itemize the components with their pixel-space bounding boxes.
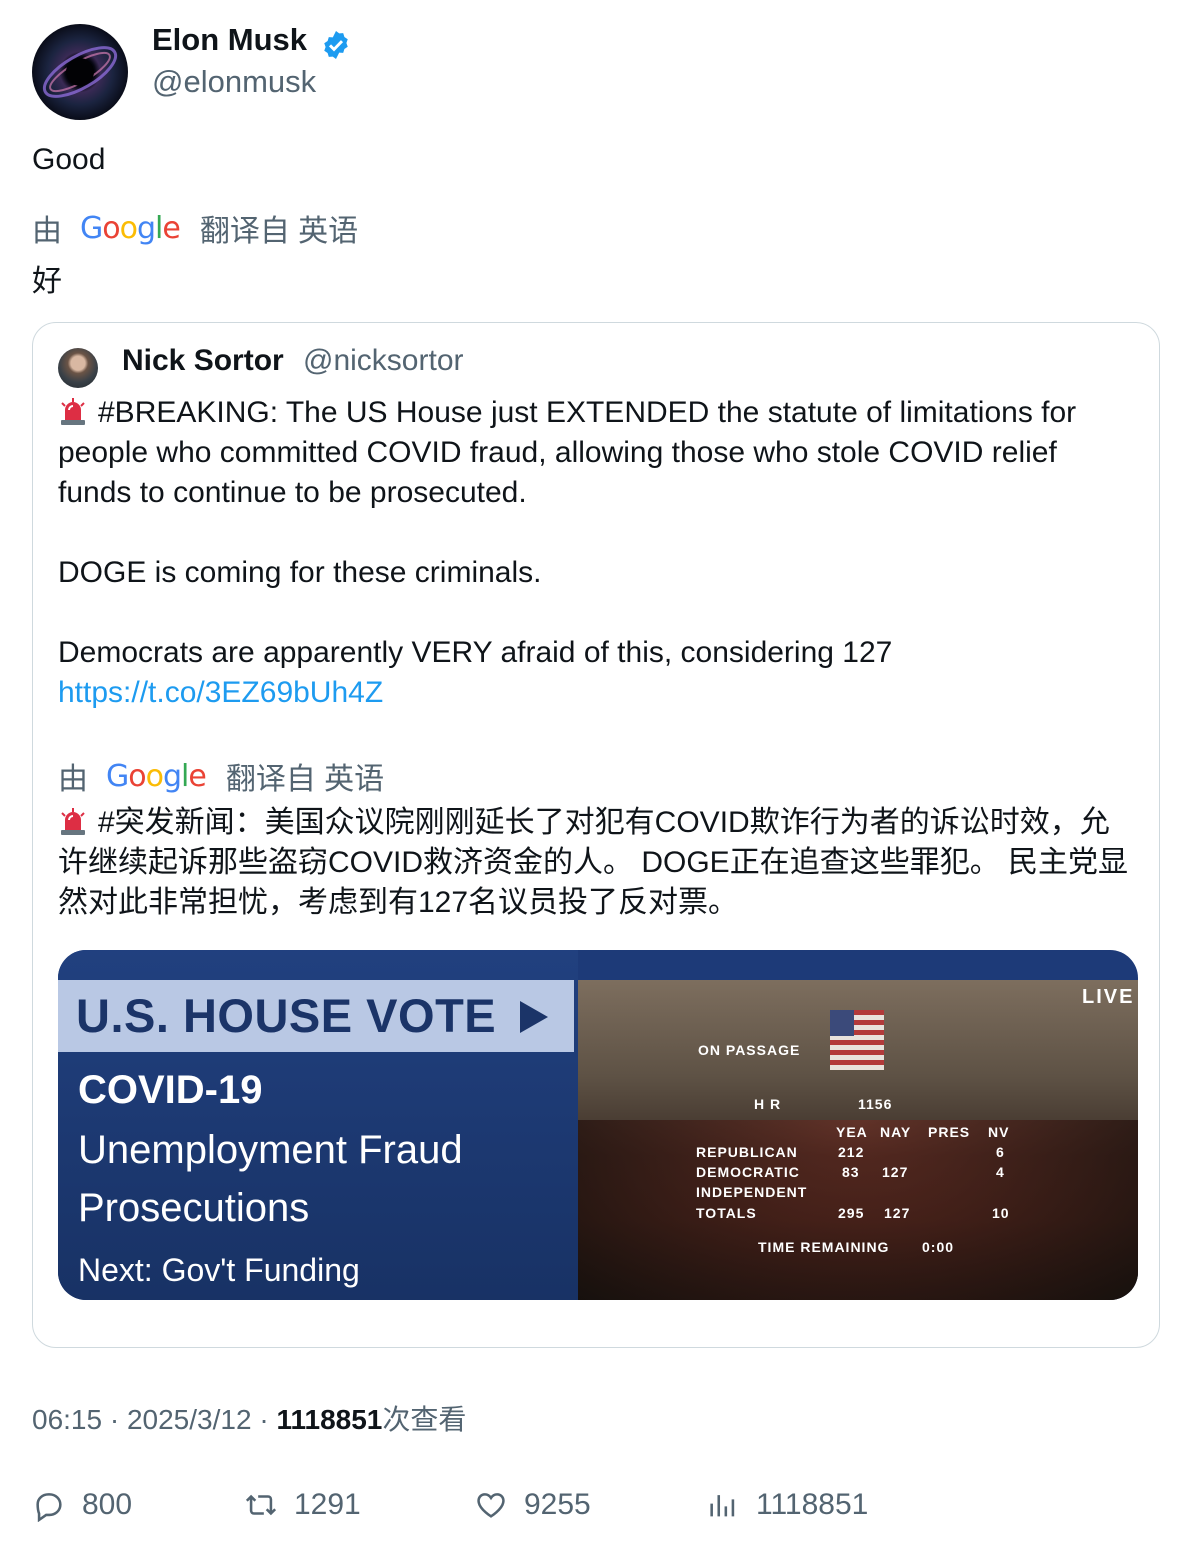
vote-rep-nv: 6 — [996, 1144, 1005, 1160]
reply-count: 800 — [82, 1488, 133, 1521]
tweet-meta: 06:15 · 2025/3/12 · 1118851次查看 — [32, 1404, 467, 1435]
vote-tot-nv: 10 — [992, 1205, 1010, 1221]
analytics-icon — [710, 1495, 735, 1517]
tweet-time[interactable]: 06:15 — [32, 1404, 102, 1435]
media-line-4: Next: Gov't Funding — [78, 1252, 360, 1288]
view-label: 次查看 — [382, 1404, 467, 1435]
vote-row-tot: TOTALS — [696, 1205, 757, 1221]
quoted-line-1: #BREAKING: The US House just EXTENDED th… — [58, 396, 1077, 509]
vote-tot-yea: 295 — [838, 1205, 865, 1221]
author-handle[interactable]: @elonmusk — [152, 64, 316, 100]
media-banner-title: U.S. HOUSE VOTE — [76, 989, 497, 1042]
quoted-line-3: Democrats are apparently VERY afraid of … — [58, 636, 893, 669]
verified-badge-icon — [324, 31, 348, 59]
live-badge: LIVE — [1082, 986, 1135, 1008]
like-button[interactable]: 9255 — [474, 1485, 591, 1525]
google-logo: Google — [80, 210, 181, 246]
vote-time-value: 0:00 — [922, 1239, 955, 1255]
quoted-line-2: DOGE is coming for these criminals. — [58, 556, 542, 589]
vote-on-passage: ON PASSAGE — [698, 1042, 801, 1058]
tweet-date[interactable]: 2025/3/12 — [127, 1404, 252, 1435]
play-arrow-icon — [520, 1001, 548, 1033]
reply-button[interactable]: 800 — [32, 1485, 132, 1525]
vote-bill-prefix: H R — [754, 1096, 782, 1112]
vote-row-ind: INDEPENDENT — [696, 1184, 808, 1200]
vote-row-dem: DEMOCRATIC — [696, 1164, 800, 1180]
view-count: 1118851 — [276, 1404, 383, 1435]
quoted-translated-text: #突发新闻：美国众议院刚刚延长了对犯有COVID欺诈行为者的诉讼时效，允许继续起… — [58, 803, 1138, 923]
translation-by: 由 — [32, 215, 62, 248]
quoted-translated-body: #突发新闻：美国众议院刚刚延长了对犯有COVID欺诈行为者的诉讼时效，允许继续起… — [58, 806, 1129, 919]
vote-dem-nay: 127 — [882, 1164, 909, 1180]
quoted-author-name[interactable]: Nick Sortor — [122, 344, 284, 378]
vote-rep-yea: 212 — [838, 1144, 865, 1160]
author-avatar[interactable] — [32, 24, 128, 120]
vote-col-yea: YEA — [836, 1124, 868, 1140]
siren-emoji-icon — [61, 398, 85, 425]
reply-icon — [36, 1493, 62, 1522]
vote-col-nv: NV — [988, 1124, 1010, 1140]
us-flag-icon — [830, 1010, 884, 1070]
quoted-link[interactable]: https://t.co/3EZ69bUh4Z — [58, 676, 383, 709]
google-logo: Google — [106, 758, 207, 794]
like-count: 9255 — [524, 1488, 591, 1521]
translated-text: 好 — [32, 265, 62, 298]
media-line-3: Prosecutions — [78, 1186, 310, 1230]
views-action-count: 1118851 — [756, 1488, 869, 1521]
vote-dem-nv: 4 — [996, 1164, 1005, 1180]
vote-time-label: TIME REMAINING — [758, 1239, 890, 1255]
repost-count: 1291 — [294, 1488, 361, 1521]
repost-button[interactable]: 1291 — [244, 1485, 361, 1525]
vote-col-nay: NAY — [880, 1124, 912, 1140]
quoted-media-image[interactable]: U.S. HOUSE VOTE COVID-19 Unemployment Fr… — [58, 950, 1138, 1300]
vote-row-rep: REPUBLICAN — [696, 1144, 798, 1160]
quoted-translation-attribution: 由 Google 翻译自 英语 — [58, 756, 385, 797]
quoted-tweet-text: #BREAKING: The US House just EXTENDED th… — [58, 393, 1138, 713]
author-name[interactable]: Elon Musk — [152, 22, 307, 58]
vote-col-pres: PRES — [928, 1124, 971, 1140]
tweet-text: Good — [32, 143, 106, 176]
heart-icon — [477, 1493, 505, 1518]
views-button[interactable]: 1118851 — [706, 1485, 868, 1525]
media-line-1: COVID-19 — [78, 1068, 263, 1112]
quoted-author-avatar[interactable] — [58, 348, 98, 388]
vote-bill-number: 1156 — [858, 1096, 893, 1112]
quoted-author-handle[interactable]: @nicksortor — [303, 344, 464, 378]
siren-emoji-icon — [61, 808, 85, 835]
translation-attribution: 由 Google 翻译自 英语 — [32, 208, 359, 249]
translation-from: 翻译自 英语 — [199, 215, 359, 248]
vote-tot-nay: 127 — [884, 1205, 911, 1221]
quoted-translation-from: 翻译自 英语 — [225, 763, 385, 796]
vote-dem-yea: 83 — [842, 1164, 860, 1180]
repost-icon — [245, 1494, 277, 1516]
media-line-2: Unemployment Fraud — [78, 1128, 463, 1172]
quoted-translation-by: 由 — [58, 763, 88, 796]
